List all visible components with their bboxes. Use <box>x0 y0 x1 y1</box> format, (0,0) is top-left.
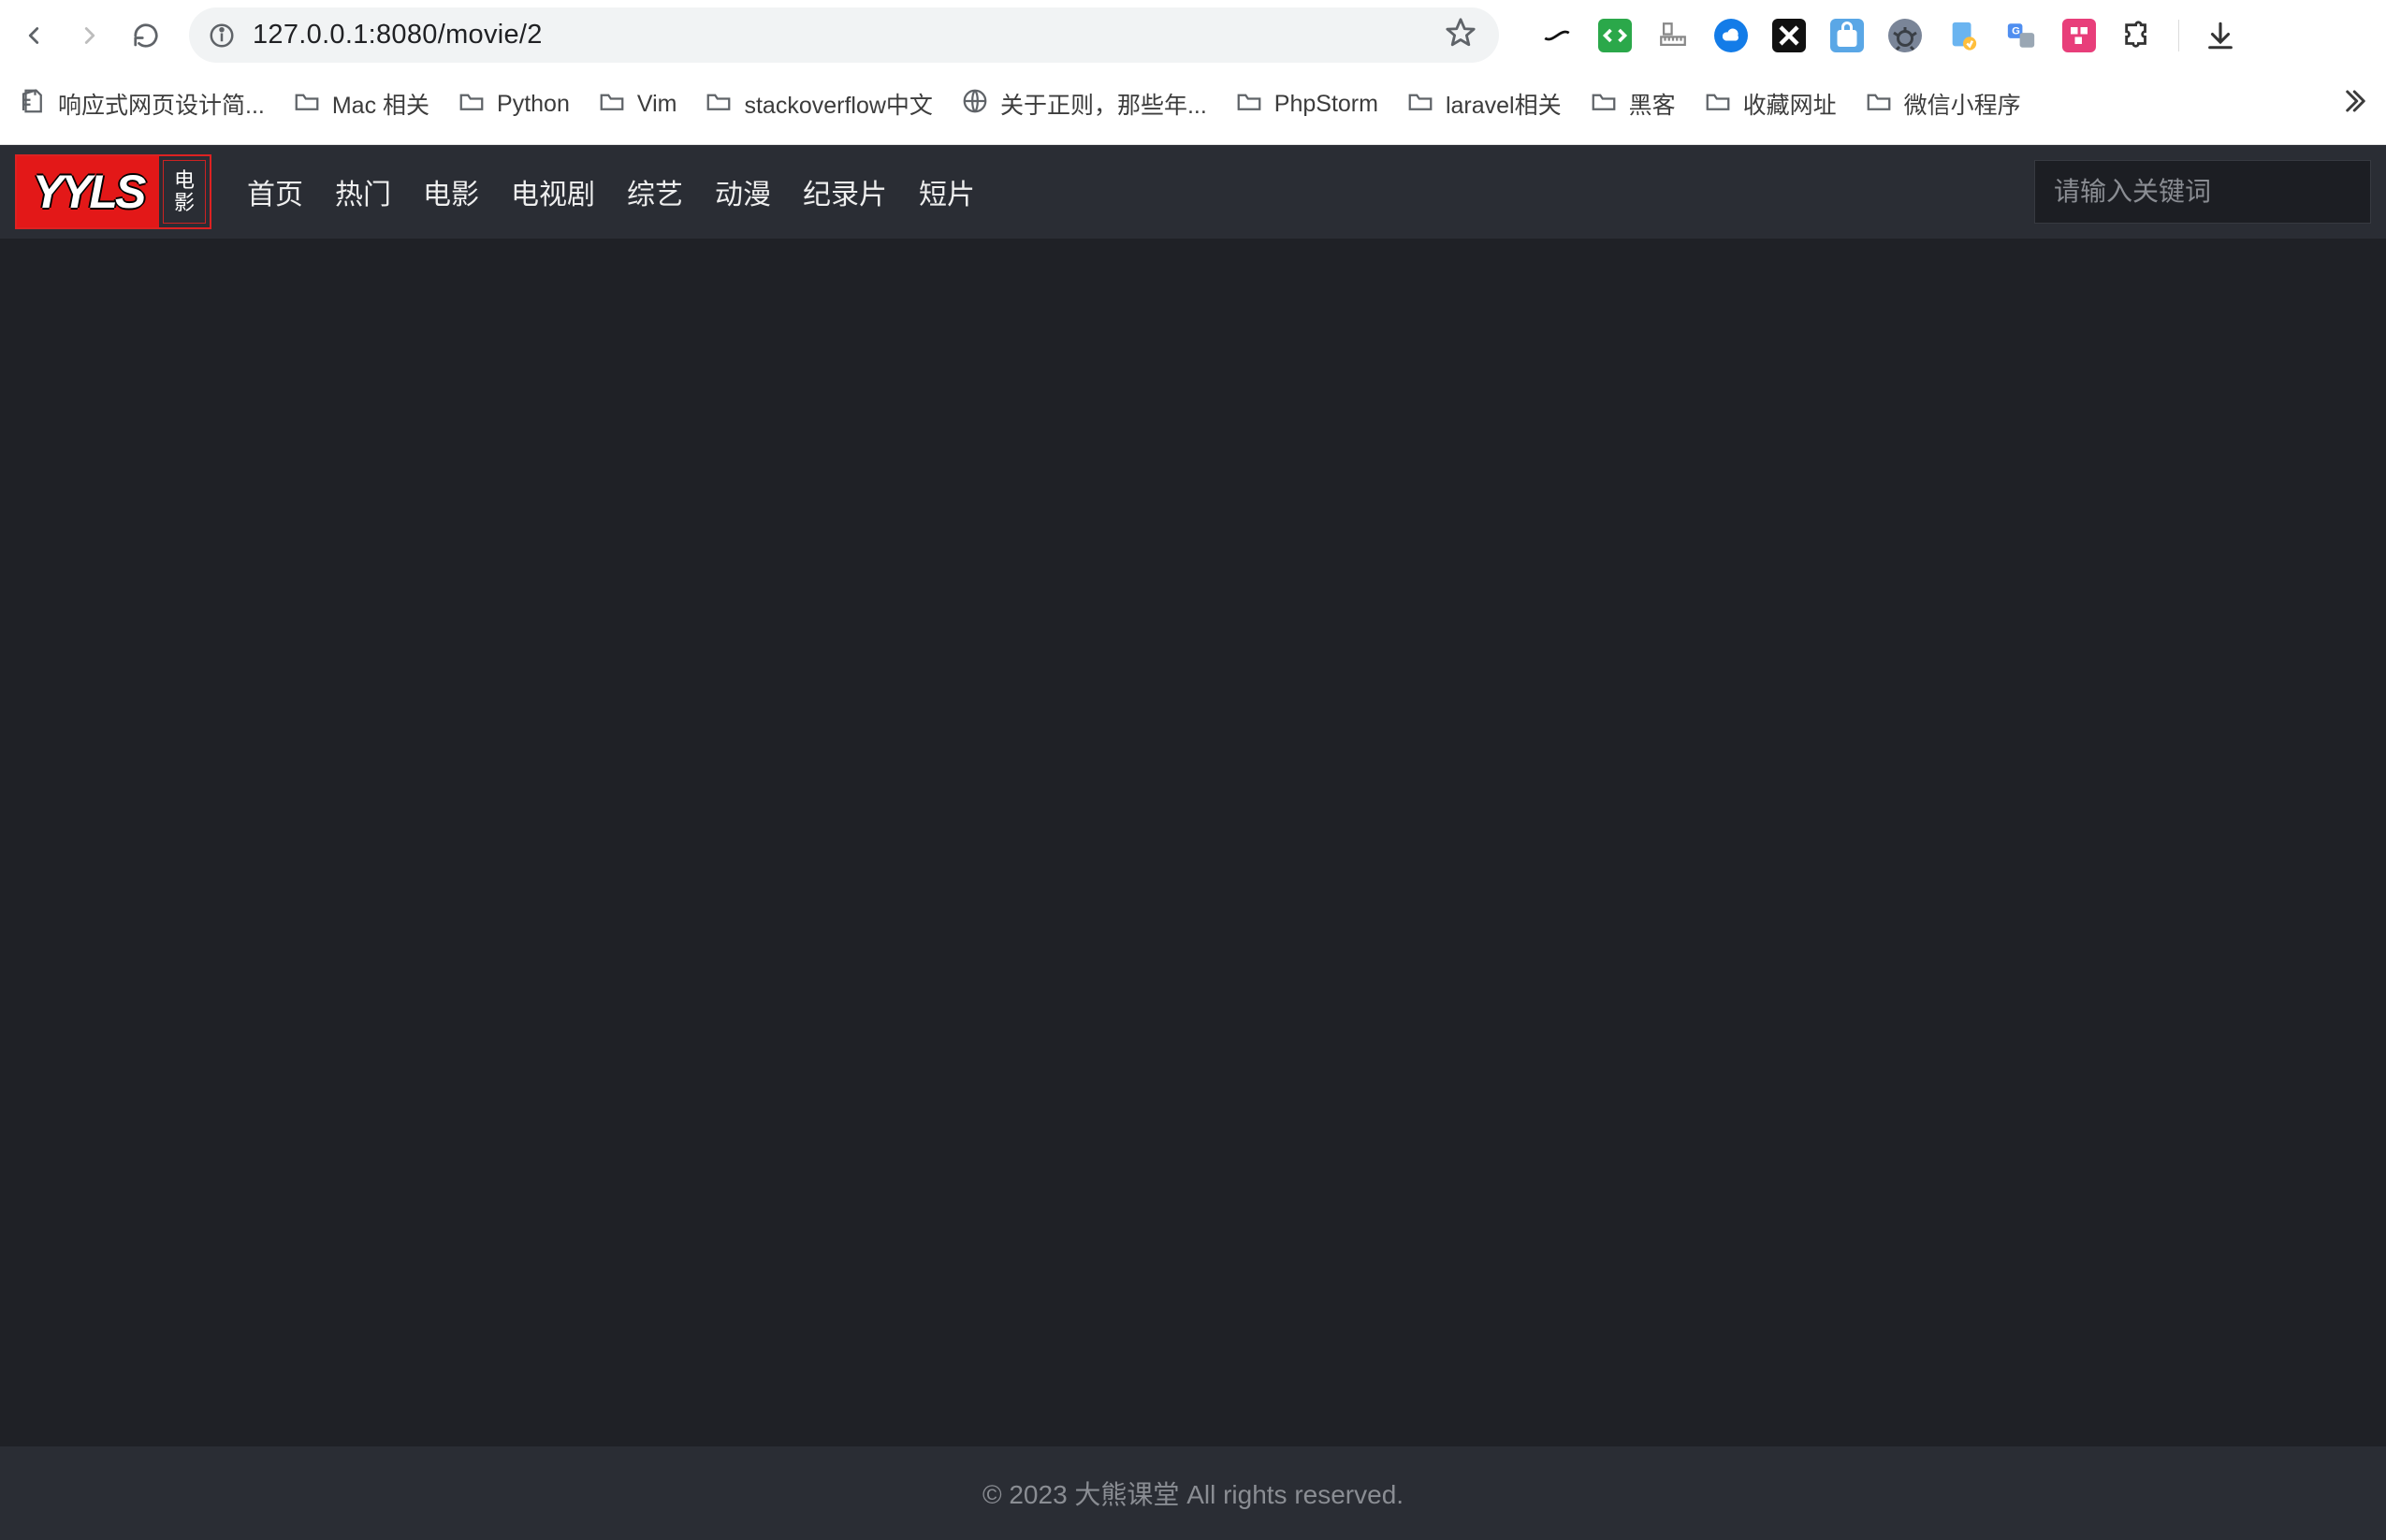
folder-icon <box>1865 87 1893 122</box>
logo-side-char: 电 <box>174 169 195 192</box>
bookmark-label: 收藏网址 <box>1743 87 1837 121</box>
logo-side-text: 电 影 <box>163 160 206 224</box>
site-nav: 首页 热门 电影 电视剧 综艺 动漫 纪录片 短片 <box>247 171 975 212</box>
bookmark-label: 关于正则，那些年... <box>1000 87 1207 121</box>
search-input[interactable] <box>2054 177 2386 207</box>
extension-icon-adblock[interactable] <box>1888 19 1922 52</box>
extension-icon-shop[interactable] <box>1830 19 1864 52</box>
bookmark-item[interactable]: 响应式网页设计简... <box>19 87 265 122</box>
bookmark-item[interactable]: 收藏网址 <box>1704 87 1837 122</box>
bookmark-label: 响应式网页设计简... <box>58 87 265 121</box>
folder-icon <box>1406 87 1434 122</box>
folder-icon <box>458 87 486 122</box>
bookmark-item[interactable]: 微信小程序 <box>1865 87 2021 122</box>
extension-icon-translate[interactable]: G <box>2004 19 2038 52</box>
folder-icon <box>293 87 321 122</box>
bookmark-item[interactable]: Mac 相关 <box>293 87 429 122</box>
bookmark-label: 黑客 <box>1629 87 1676 121</box>
site-info-icon[interactable] <box>208 22 236 50</box>
bookmark-label: laravel相关 <box>1446 87 1562 121</box>
downloads-icon[interactable] <box>2204 19 2237 52</box>
site-header: YYLS 电 影 首页 热门 电影 电视剧 综艺 动漫 纪录片 短片 <box>0 145 2386 239</box>
forward-button[interactable] <box>67 13 112 58</box>
bookmarks-bar: 响应式网页设计简... Mac 相关 Python Vim stackoverf… <box>0 70 2386 138</box>
folder-icon <box>705 87 733 122</box>
bookmark-label: Mac 相关 <box>332 87 429 121</box>
bookmark-label: Vim <box>637 91 677 118</box>
reload-button[interactable] <box>124 13 168 58</box>
bookmark-label: Python <box>497 91 570 118</box>
nav-anime[interactable]: 动漫 <box>715 171 771 212</box>
bookmark-label: 微信小程序 <box>1904 87 2021 121</box>
site-footer: © 2023 大熊课堂 All rights reserved. <box>0 1446 2386 1540</box>
page-icon <box>19 87 47 122</box>
star-icon[interactable] <box>1445 17 1477 53</box>
bookmark-item[interactable]: Python <box>458 87 570 122</box>
search-box[interactable] <box>2034 160 2371 224</box>
back-button[interactable] <box>11 13 56 58</box>
logo-side-char: 影 <box>174 192 195 214</box>
bookmark-label: stackoverflow中文 <box>744 87 932 121</box>
folder-icon <box>1590 87 1618 122</box>
browser-chrome: 127.0.0.1:8080/movie/2 <box>0 0 2386 145</box>
svg-text:G: G <box>2012 25 2020 36</box>
nav-movie[interactable]: 电影 <box>423 171 479 212</box>
bookmarks-overflow-button[interactable] <box>2339 87 2367 122</box>
nav-home[interactable]: 首页 <box>247 171 303 212</box>
extension-icon-devtools[interactable] <box>1598 19 1632 52</box>
extension-icon-cloud[interactable] <box>1714 19 1748 52</box>
extension-icon-jiandao[interactable] <box>1540 19 1574 52</box>
browser-toolbar: 127.0.0.1:8080/movie/2 <box>0 0 2386 70</box>
bookmark-label: PhpStorm <box>1274 91 1378 118</box>
extension-icon-filesync[interactable] <box>1946 19 1980 52</box>
nav-tv[interactable]: 电视剧 <box>511 171 595 212</box>
logo-main-text: YYLS <box>17 156 159 227</box>
bookmark-item[interactable]: Vim <box>598 87 677 122</box>
extension-icon-x[interactable] <box>1772 19 1806 52</box>
extensions-menu-icon[interactable] <box>2120 19 2154 52</box>
url-text[interactable]: 127.0.0.1:8080/movie/2 <box>253 20 1428 51</box>
nav-short[interactable]: 短片 <box>919 171 975 212</box>
extension-icons: G <box>1540 19 2237 52</box>
nav-documentary[interactable]: 纪录片 <box>803 171 887 212</box>
extension-icon-pixel[interactable] <box>2062 19 2096 52</box>
bookmark-item[interactable]: stackoverflow中文 <box>705 87 932 122</box>
folder-icon <box>1235 87 1263 122</box>
folder-icon <box>598 87 626 122</box>
extension-icon-ruler[interactable] <box>1656 19 1690 52</box>
address-bar[interactable]: 127.0.0.1:8080/movie/2 <box>189 7 1499 63</box>
site-logo[interactable]: YYLS 电 影 <box>15 154 211 229</box>
bookmark-item[interactable]: 黑客 <box>1590 87 1676 122</box>
toolbar-divider <box>2178 20 2179 51</box>
page-content: YYLS 电 影 首页 热门 电影 电视剧 综艺 动漫 纪录片 短片 © 202… <box>0 145 2386 1540</box>
nav-hot[interactable]: 热门 <box>335 171 391 212</box>
bookmark-item[interactable]: laravel相关 <box>1406 87 1562 122</box>
nav-variety[interactable]: 综艺 <box>627 171 683 212</box>
globe-icon <box>961 87 989 122</box>
footer-text: © 2023 大熊课堂 All rights reserved. <box>982 1475 1404 1512</box>
main-content-empty <box>0 239 2386 1446</box>
folder-icon <box>1704 87 1732 122</box>
bookmark-item[interactable]: PhpStorm <box>1235 87 1378 122</box>
bookmark-item[interactable]: 关于正则，那些年... <box>961 87 1207 122</box>
